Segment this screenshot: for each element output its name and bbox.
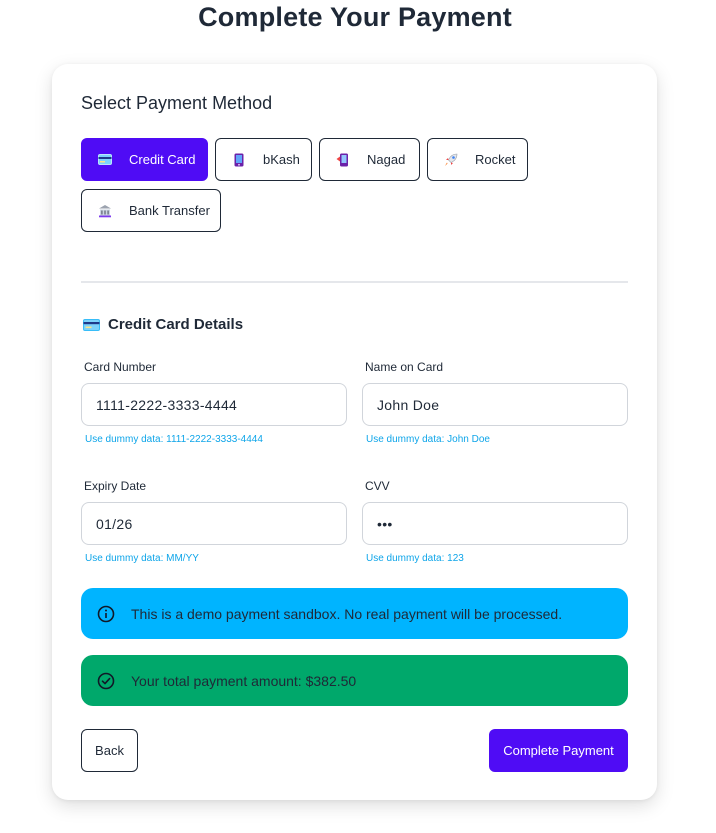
section-title: Select Payment Method — [81, 93, 273, 113]
credit-card-icon — [83, 318, 100, 331]
complete-payment-button[interactable]: Complete Payment — [489, 729, 628, 772]
rocket-icon — [444, 153, 458, 167]
bank-icon — [98, 204, 112, 218]
method-rocket[interactable]: Rocket — [427, 138, 528, 181]
cvv-input[interactable] — [362, 502, 628, 545]
expiry-date-hint: Use dummy data: MM/YY — [85, 553, 199, 564]
success-alert: Your total payment amount: $382.50 — [81, 655, 628, 706]
cvv-hint: Use dummy data: 123 — [366, 553, 464, 564]
cvv-label: CVV — [365, 479, 390, 493]
info-circle-icon — [97, 605, 115, 623]
method-bkash[interactable]: bKash — [215, 138, 312, 181]
section-divider — [81, 281, 628, 283]
card-number-input[interactable] — [81, 383, 347, 426]
card-number-label: Card Number — [84, 360, 157, 374]
method-label: Bank Transfer — [129, 203, 210, 218]
check-circle-icon — [97, 672, 115, 690]
name-on-card-input[interactable] — [362, 383, 628, 426]
method-bank-transfer[interactable]: Bank Transfer — [81, 189, 221, 232]
method-label: Rocket — [475, 152, 516, 167]
mobile-transfer-icon — [336, 153, 350, 167]
expiry-date-label: Expiry Date — [84, 479, 147, 493]
method-label: bKash — [263, 152, 300, 167]
name-on-card-label: Name on Card — [365, 360, 444, 374]
method-credit-card[interactable]: Credit Card — [81, 138, 208, 181]
expiry-date-input[interactable] — [81, 502, 347, 545]
card-details-heading: Credit Card Details — [83, 316, 243, 333]
payment-card: Select Payment Method Credit Card bKash … — [52, 64, 657, 800]
info-alert-text: This is a demo payment sandbox. No real … — [131, 605, 563, 622]
card-number-hint: Use dummy data: 1111-2222-3333-4444 — [85, 434, 263, 445]
card-details-title: Credit Card Details — [108, 316, 244, 333]
method-label: Credit Card — [129, 152, 196, 167]
info-alert: This is a demo payment sandbox. No real … — [81, 588, 628, 639]
credit-card-icon — [98, 153, 112, 167]
name-on-card-hint: Use dummy data: John Doe — [366, 434, 490, 445]
method-label: Nagad — [367, 152, 406, 167]
method-nagad[interactable]: Nagad — [319, 138, 420, 181]
success-alert-text: Your total payment amount: $382.50 — [131, 672, 357, 689]
back-button[interactable]: Back — [81, 729, 138, 772]
mobile-phone-icon — [232, 153, 246, 167]
page-title: Complete Your Payment — [198, 2, 512, 32]
